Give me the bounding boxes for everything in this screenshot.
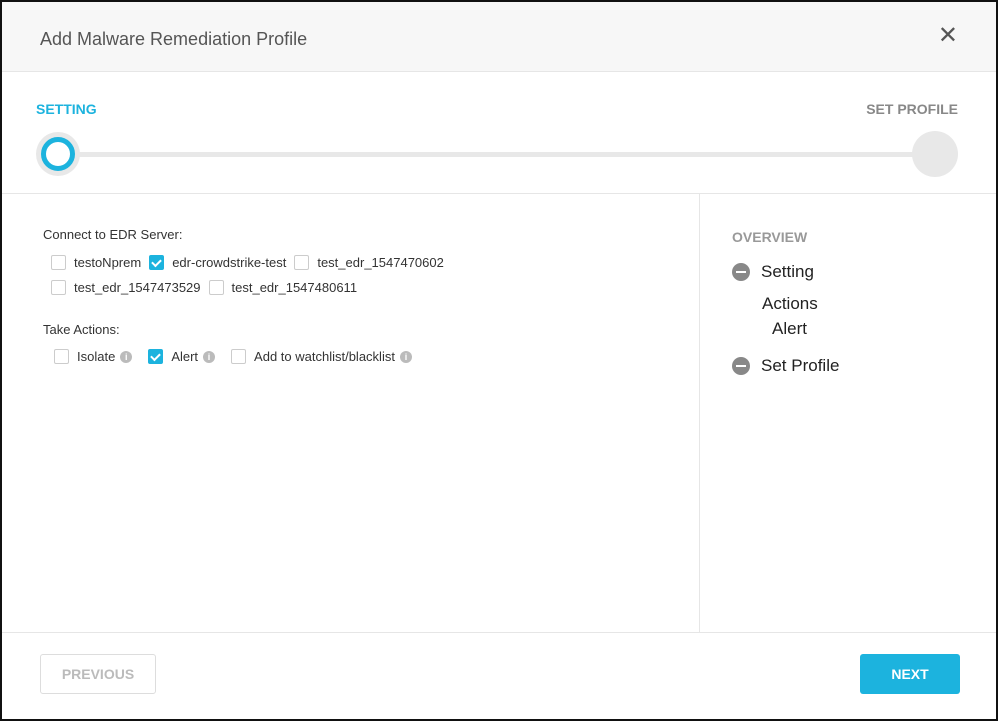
dialog-header: Add Malware Remediation Profile ✕ — [2, 2, 996, 72]
dialog-title: Add Malware Remediation Profile — [40, 29, 308, 49]
checkbox[interactable] — [294, 255, 310, 270]
checkbox[interactable] — [54, 349, 69, 364]
checkbox[interactable] — [51, 255, 66, 270]
option-label: edr-crowdstrike-test — [172, 255, 287, 270]
checkbox[interactable] — [231, 349, 247, 364]
option-label: Isolate — [77, 349, 116, 364]
option-label: testoNprem — [74, 255, 142, 270]
overview-setting-label: Setting — [761, 262, 814, 281]
overview-alert: Alert — [772, 319, 807, 338]
info-icon[interactable]: i — [120, 350, 133, 363]
previous-button[interactable]: PREVIOUS — [40, 654, 156, 694]
edr-server-option[interactable]: testoNprem — [51, 255, 141, 270]
overview-set-profile-label: Set Profile — [761, 356, 840, 375]
actions-label: Take Actions: — [43, 322, 120, 337]
step-setting-label: SETTING — [36, 101, 97, 117]
overview-panel: OVERVIEW Setting Actions Alert Set Profi… — [701, 194, 996, 632]
edr-server-option[interactable]: edr-crowdstrike-test — [149, 255, 286, 270]
action-isolate[interactable]: Isolate i — [54, 349, 133, 364]
edr-server-option[interactable]: test_edr_1547470602 — [294, 255, 444, 270]
option-label: Add to watchlist/blacklist — [254, 349, 395, 364]
stepper: SETTING SET PROFILE — [2, 72, 996, 194]
info-icon[interactable]: i — [203, 350, 216, 363]
stepper-track — [72, 152, 936, 157]
checkbox[interactable] — [208, 280, 224, 295]
checkbox[interactable] — [149, 255, 165, 270]
edr-label: Connect to EDR Server: — [43, 227, 183, 242]
checkbox[interactable] — [148, 349, 164, 364]
option-label: test_edr_1547480611 — [231, 280, 358, 295]
settings-panel: Connect to EDR Server: testoNprem edr-cr… — [2, 194, 700, 632]
option-label: test_edr_1547473529 — [74, 280, 201, 295]
next-button[interactable]: NEXT — [860, 654, 960, 694]
overview-title: OVERVIEW — [732, 229, 808, 245]
overview-actions: Actions — [762, 294, 818, 313]
option-label: Alert — [171, 349, 199, 364]
overview-set-profile: Set Profile — [732, 356, 839, 376]
dialog-footer: PREVIOUS NEXT — [2, 632, 996, 719]
step-set-profile-label: SET PROFILE — [866, 101, 958, 117]
option-label: test_edr_1547470602 — [317, 255, 444, 270]
action-watchlist[interactable]: Add to watchlist/blacklist i — [231, 349, 412, 364]
checkbox[interactable] — [51, 280, 66, 295]
overview-setting: Setting — [732, 262, 814, 282]
dialog: Add Malware Remediation Profile ✕ SETTIN… — [0, 0, 998, 721]
minus-circle-icon — [732, 357, 750, 375]
info-icon[interactable]: i — [399, 350, 412, 363]
edr-server-option[interactable]: test_edr_1547480611 — [208, 280, 358, 295]
edr-server-option[interactable]: test_edr_1547473529 — [51, 280, 201, 295]
step-set-profile-dot[interactable] — [912, 131, 958, 177]
close-icon[interactable]: ✕ — [938, 24, 958, 48]
minus-circle-icon — [732, 263, 750, 281]
action-alert[interactable]: Alert i — [148, 349, 216, 364]
step-setting-dot[interactable] — [36, 132, 80, 176]
